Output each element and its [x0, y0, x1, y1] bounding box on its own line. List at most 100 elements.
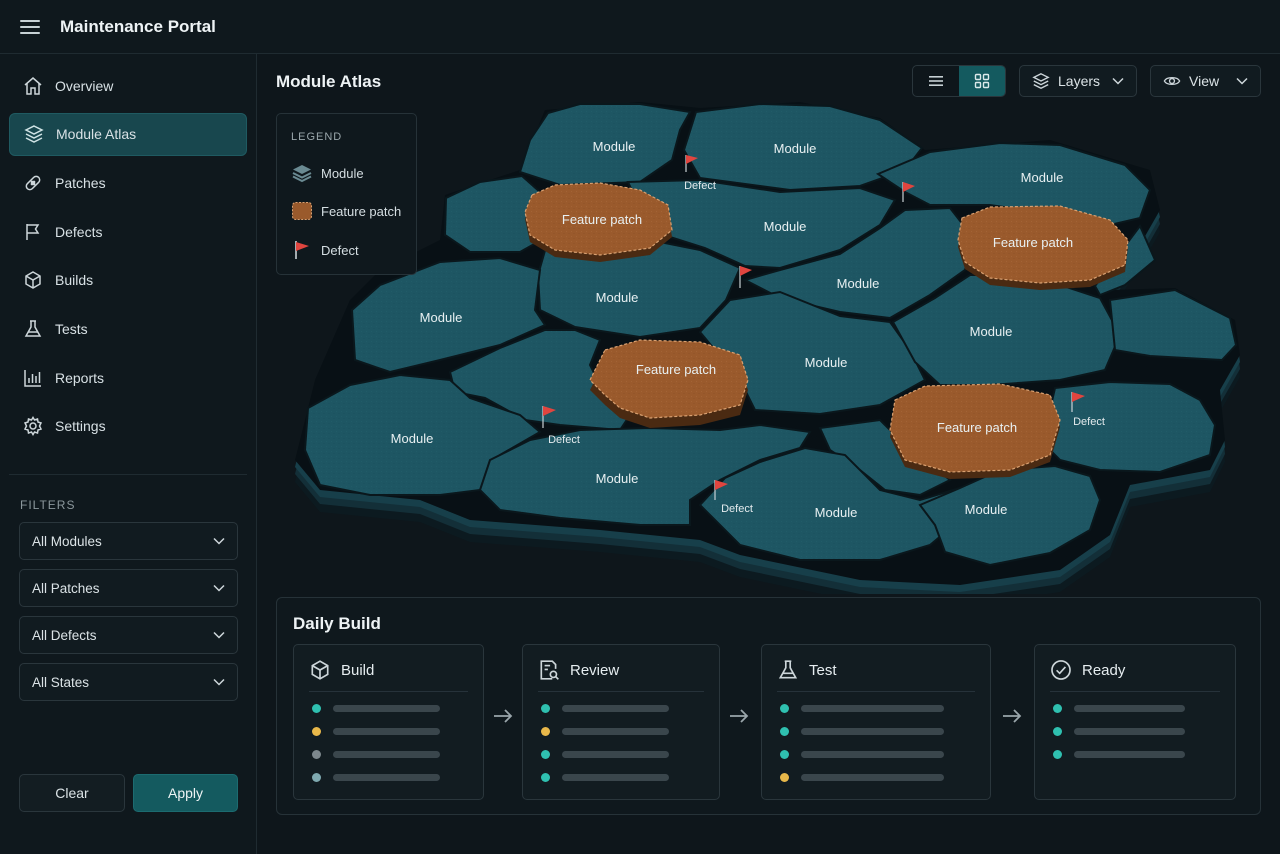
patch-filter-select[interactable]: All Patches [19, 569, 238, 607]
defect-label: Defect [684, 180, 716, 192]
feature-patch-label: Feature patch [937, 420, 1017, 435]
flask-icon [778, 660, 798, 679]
placeholder-bar [333, 705, 440, 712]
module-label: Module [593, 139, 636, 154]
defect-filter-select[interactable]: All Defects [19, 616, 238, 654]
placeholder-bar [562, 705, 669, 712]
stage-title: Test [809, 661, 837, 679]
daily-build-title: Daily Build [293, 614, 381, 633]
arrow-right-icon [1003, 709, 1022, 723]
map-legend: LEGEND Module Feature patch Defect [276, 113, 417, 275]
stage-row [312, 704, 440, 713]
status-dot [1053, 704, 1062, 713]
status-dot [541, 750, 550, 759]
sidebar-item-label: Builds [55, 272, 94, 289]
chevron-down-icon [213, 584, 225, 592]
sidebar-item-defects[interactable]: Defects [9, 210, 247, 253]
main-content: Module Module Module Module Module Modul… [257, 54, 1280, 854]
grid-icon [974, 73, 990, 89]
legend-item-module: Module [291, 162, 364, 184]
status-dot [312, 750, 321, 759]
stage-header: Review [538, 659, 619, 681]
stage-row [1053, 727, 1185, 736]
module-filter-select[interactable]: All Modules [19, 522, 238, 560]
check-circle-icon [1051, 660, 1071, 680]
defect-label: Defect [548, 434, 580, 446]
menu-icon[interactable] [0, 0, 60, 54]
sidebar-item-label: Tests [55, 320, 88, 337]
status-dot [541, 704, 550, 713]
stage-row [1053, 750, 1185, 759]
filter-value: All Patches [32, 580, 100, 596]
flask-icon [23, 319, 43, 339]
module-tile[interactable] [1108, 288, 1238, 362]
chevron-down-icon [1236, 77, 1248, 85]
module-label: Module [837, 276, 880, 291]
view-dropdown[interactable]: View [1150, 65, 1261, 97]
grid-view-button[interactable] [959, 66, 1005, 96]
list-view-button[interactable] [913, 66, 959, 96]
placeholder-bar [333, 751, 440, 758]
sidebar-item-module-atlas[interactable]: Module Atlas [9, 112, 247, 156]
placeholder-bar [801, 728, 944, 735]
stage-title: Build [341, 661, 375, 679]
layers-icon [1032, 73, 1050, 89]
status-dot [780, 773, 789, 782]
legend-label: Defect [321, 242, 359, 258]
cube-icon [311, 660, 329, 680]
view-label: View [1189, 73, 1220, 89]
document-search-icon [540, 660, 559, 680]
module-label: Module [965, 502, 1008, 517]
sidebar-item-label: Settings [55, 418, 106, 435]
placeholder-bar [801, 705, 944, 712]
view-mode-toggle [912, 65, 1006, 97]
module-label: Module [596, 290, 639, 305]
cube-icon [23, 270, 43, 290]
stage-row [312, 750, 440, 759]
module-label: Module [805, 355, 848, 370]
sidebar-item-reports[interactable]: Reports [9, 356, 247, 399]
sidebar: Overview Module Atlas Patches Defects Bu… [0, 54, 257, 854]
sidebar-item-settings[interactable]: Settings [9, 405, 247, 448]
sidebar-item-builds[interactable]: Builds [9, 259, 247, 302]
status-dot [1053, 727, 1062, 736]
sidebar-item-label: Patches [55, 174, 106, 191]
placeholder-bar [333, 774, 440, 781]
stage-card-build[interactable]: Build [293, 644, 484, 800]
placeholder-bar [1074, 705, 1185, 712]
layers-dropdown[interactable]: Layers [1019, 65, 1137, 97]
clear-button[interactable]: Clear [19, 774, 125, 812]
eye-icon [1163, 76, 1181, 86]
module-label: Module [815, 505, 858, 520]
legend-title: LEGEND [291, 131, 343, 143]
sidebar-item-patches[interactable]: Patches [9, 161, 247, 204]
stage-title: Ready [1082, 661, 1126, 679]
layers-icon [24, 124, 44, 144]
placeholder-bar [562, 728, 669, 735]
stage-row [541, 704, 669, 713]
sidebar-item-overview[interactable]: Overview [9, 64, 247, 107]
stage-card-test[interactable]: Test [761, 644, 991, 800]
module-tile[interactable] [1038, 380, 1217, 474]
sidebar-item-tests[interactable]: Tests [9, 307, 247, 350]
stage-row [541, 750, 669, 759]
stage-row [541, 727, 669, 736]
state-filter-select[interactable]: All States [19, 663, 238, 701]
stage-header: Ready [1050, 659, 1125, 681]
patch-icon [292, 202, 312, 220]
stage-card-review[interactable]: Review [522, 644, 720, 800]
stage-row [541, 773, 669, 782]
flag-icon [23, 222, 43, 242]
status-dot [780, 704, 789, 713]
feature-patch-label: Feature patch [562, 212, 642, 227]
stage-divider [538, 691, 704, 692]
legend-item-defect: Defect [291, 239, 359, 261]
legend-item-feature-patch: Feature patch [291, 200, 401, 222]
sidebar-item-label: Module Atlas [56, 126, 137, 143]
sidebar-item-label: Defects [55, 223, 103, 240]
stage-row [780, 773, 944, 782]
placeholder-bar [333, 728, 440, 735]
stage-card-ready[interactable]: Ready [1034, 644, 1236, 800]
apply-button[interactable]: Apply [133, 774, 238, 812]
filter-value: All Modules [32, 533, 102, 549]
